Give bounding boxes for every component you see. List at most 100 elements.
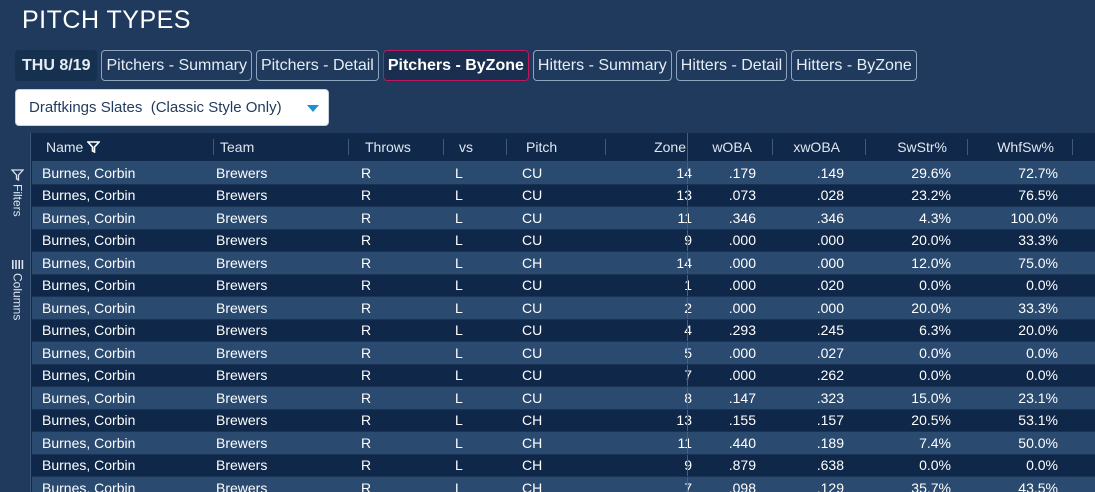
column-header-pitch[interactable]: Pitch bbox=[526, 133, 557, 161]
column-separator[interactable] bbox=[865, 139, 866, 155]
column-separator[interactable] bbox=[772, 139, 773, 155]
cell-whfsw: 50.0% bbox=[1018, 434, 1058, 451]
cell-pitch: CH bbox=[522, 479, 543, 492]
column-header-xwoba[interactable]: xwOBA bbox=[772, 133, 858, 161]
filter-icon[interactable] bbox=[87, 141, 101, 153]
table-row[interactable]: Burnes, Corbin Brewers R L CU 2 .000 .000 20.0% 3… bbox=[32, 297, 1095, 320]
cell-throws: R bbox=[361, 389, 372, 406]
cell-whfsw: 0.0% bbox=[1026, 367, 1058, 384]
cell-whfsw: 100.0% bbox=[1010, 209, 1058, 226]
cell-vs: L bbox=[455, 412, 463, 429]
cell-swstr: 20.0% bbox=[911, 232, 951, 249]
table-row[interactable]: Burnes, Corbin Brewers R L CU 8 .147 .323 15.0% 2… bbox=[32, 387, 1095, 410]
cell-zone: 8 bbox=[684, 389, 692, 406]
cell-xwoba: .638 bbox=[816, 457, 844, 474]
slate-dropdown[interactable]: Draftkings Slates (Classic Style Only) bbox=[15, 89, 329, 126]
cell-team: Brewers bbox=[216, 412, 268, 429]
column-header-name[interactable]: Name bbox=[46, 133, 101, 161]
column-header-throws[interactable]: Throws bbox=[365, 133, 411, 161]
cell-vs: L bbox=[455, 254, 463, 271]
column-separator[interactable] bbox=[348, 139, 349, 155]
cell-woba: .440 bbox=[728, 434, 756, 451]
cell-xwoba: .028 bbox=[816, 187, 844, 204]
cell-vs: L bbox=[455, 479, 463, 492]
cell-woba: .000 bbox=[728, 254, 756, 271]
cell-xwoba: .157 bbox=[816, 412, 844, 429]
cell-woba: .346 bbox=[728, 209, 756, 226]
cell-pitch: CH bbox=[522, 457, 543, 474]
cell-woba: .000 bbox=[728, 299, 756, 316]
cell-xwoba: .000 bbox=[816, 299, 844, 316]
table-row[interactable]: Burnes, Corbin Brewers R L CU 13 .073 .028 23.2%… bbox=[32, 184, 1095, 207]
tab-hitters-detail[interactable]: Hitters - Detail bbox=[675, 50, 788, 81]
tab-hitters-byzone[interactable]: Hitters - ByZone bbox=[791, 50, 917, 81]
column-header-whfsw[interactable]: WhfSw% bbox=[967, 133, 1072, 161]
cell-whfsw: 76.5% bbox=[1018, 187, 1058, 204]
cell-pitch: CU bbox=[522, 367, 543, 384]
cell-swstr: 0.0% bbox=[919, 367, 951, 384]
cell-zone: 2 bbox=[684, 299, 692, 316]
table-row[interactable]: Burnes, Corbin Brewers R L CU 1 .000 .020 0.0% 0.… bbox=[32, 274, 1095, 297]
cell-pitch: CU bbox=[522, 389, 543, 406]
pinned-column-divider bbox=[687, 387, 688, 409]
table-row[interactable]: Burnes, Corbin Brewers R L CH 11 .440 .189 7.4% 5… bbox=[32, 432, 1095, 455]
cell-whfsw: 53.1% bbox=[1018, 412, 1058, 429]
cell-pitch: CU bbox=[522, 277, 543, 294]
cell-pitch: CH bbox=[522, 412, 543, 429]
column-header-woba[interactable]: wOBA bbox=[687, 133, 770, 161]
column-header-team[interactable]: Team bbox=[220, 133, 254, 161]
cell-vs: L bbox=[455, 434, 463, 451]
cell-throws: R bbox=[361, 164, 372, 181]
column-separator[interactable] bbox=[967, 139, 968, 155]
tab-thu-8-19[interactable]: THU 8/19 bbox=[15, 50, 98, 81]
tab-pitchers-summary[interactable]: Pitchers - Summary bbox=[101, 50, 252, 81]
cell-swstr: 20.0% bbox=[911, 299, 951, 316]
column-header-swstr[interactable]: SwStr% bbox=[860, 133, 965, 161]
pinned-column-divider bbox=[687, 409, 688, 431]
pinned-column-divider bbox=[687, 432, 688, 454]
cell-xwoba: .245 bbox=[816, 322, 844, 339]
cell-zone: 4 bbox=[684, 322, 692, 339]
column-header-zone[interactable]: Zone bbox=[605, 133, 700, 161]
table-row[interactable]: Burnes, Corbin Brewers R L CU 11 .346 .346 4.3% 1… bbox=[32, 207, 1095, 230]
columns-tool-button[interactable]: Columns bbox=[5, 259, 30, 320]
cell-xwoba: .027 bbox=[816, 344, 844, 361]
column-separator[interactable] bbox=[506, 139, 507, 155]
column-separator[interactable] bbox=[605, 139, 606, 155]
pinned-column-divider bbox=[687, 477, 688, 492]
table-row[interactable]: Burnes, Corbin Brewers R L CU 7 .000 .262 0.0% 0.… bbox=[32, 364, 1095, 387]
tab-hitters-summary[interactable]: Hitters - Summary bbox=[532, 50, 672, 81]
cell-pitch: CU bbox=[522, 209, 543, 226]
cell-whfsw: 72.7% bbox=[1018, 164, 1058, 181]
tab-pitchers-detail[interactable]: Pitchers - Detail bbox=[255, 50, 379, 81]
cell-woba: .155 bbox=[728, 412, 756, 429]
pinned-column-divider bbox=[687, 252, 688, 274]
cell-throws: R bbox=[361, 457, 372, 474]
column-separator[interactable] bbox=[213, 139, 214, 155]
table-row[interactable]: Burnes, Corbin Brewers R L CU 5 .000 .027 0.0% 0.… bbox=[32, 342, 1095, 365]
table-row[interactable]: Burnes, Corbin Brewers R L CU 14 .179 .149 29.6%… bbox=[32, 162, 1095, 185]
cell-name: Burnes, Corbin bbox=[42, 344, 136, 361]
table-row[interactable]: Burnes, Corbin Brewers R L CU 9 .000 .000 20.0% 3… bbox=[32, 229, 1095, 252]
column-separator[interactable] bbox=[443, 139, 444, 155]
table-row[interactable]: Burnes, Corbin Brewers R L CH 7 .098 .129 35.7% 4… bbox=[32, 477, 1095, 492]
cell-woba: .098 bbox=[728, 479, 756, 492]
cell-whfsw: 43.5% bbox=[1018, 479, 1058, 492]
column-header-vs[interactable]: vs bbox=[459, 133, 473, 161]
column-header-label: Zone bbox=[654, 139, 686, 155]
table-row[interactable]: Burnes, Corbin Brewers R L CH 14 .000 .000 12.0%… bbox=[32, 252, 1095, 275]
cell-vs: L bbox=[455, 457, 463, 474]
filters-tool-button[interactable]: Filters bbox=[5, 169, 30, 217]
tab-pitchers-byzone[interactable]: Pitchers - ByZone bbox=[382, 50, 529, 81]
table-row[interactable]: Burnes, Corbin Brewers R L CU 4 .293 .245 6.3% 20… bbox=[32, 319, 1095, 342]
cell-vs: L bbox=[455, 322, 463, 339]
table-row[interactable]: Burnes, Corbin Brewers R L CH 9 .879 .638 0.0% 0.… bbox=[32, 454, 1095, 477]
cell-swstr: 0.0% bbox=[919, 344, 951, 361]
column-separator[interactable] bbox=[1072, 139, 1073, 155]
cell-throws: R bbox=[361, 322, 372, 339]
cell-vs: L bbox=[455, 299, 463, 316]
cell-swstr: 12.0% bbox=[911, 254, 951, 271]
table-row[interactable]: Burnes, Corbin Brewers R L CH 13 .155 .157 20.5%… bbox=[32, 409, 1095, 432]
pinned-column-divider bbox=[687, 133, 688, 161]
cell-team: Brewers bbox=[216, 164, 268, 181]
